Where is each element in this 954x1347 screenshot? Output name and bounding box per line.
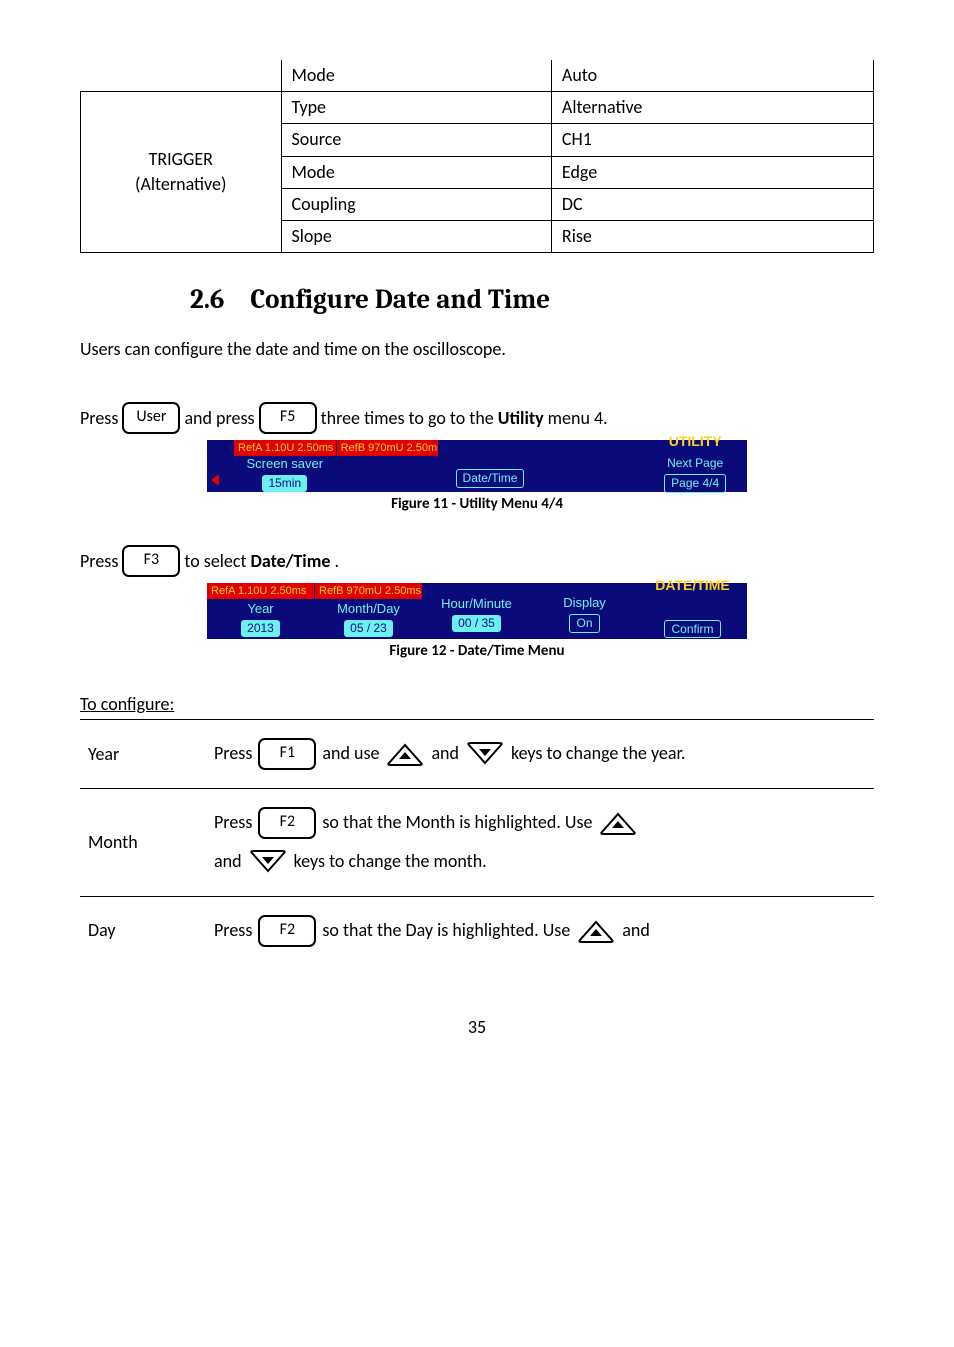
config-row-month: Month Press F2 so that the Month is high… (80, 788, 874, 896)
intro-text: Users can configure the date and time on… (80, 337, 874, 362)
menu-title: UTILITY (669, 432, 722, 452)
utility-cell-blank2 (542, 440, 645, 492)
label: Next Page (667, 455, 723, 472)
value: Page 4/4 (664, 474, 726, 493)
text: Press (80, 406, 118, 431)
datetime-menu-strip: Year 2013 Month/Day 05 / 23 Hour/Minute … (207, 583, 747, 639)
config-label-month: Month (80, 788, 206, 896)
dt-cell-hourmin: Hour/Minute 00 / 35 (423, 583, 531, 639)
f1-key: F1 (258, 738, 316, 770)
down-arrow-icon (465, 742, 505, 766)
instruction-datetime: Press F3 to select Date/Time . (80, 545, 874, 577)
section-title: Configure Date and Time (250, 284, 550, 315)
value: 05 / 23 (344, 620, 393, 637)
text: Press (214, 734, 252, 774)
f3-key: F3 (122, 545, 180, 577)
section-heading: 2.6 Configure Date and Time (80, 281, 874, 319)
f2-key: F2 (258, 807, 316, 839)
text-bold: Date/Time (251, 549, 331, 574)
cell-coupling-value: DC (551, 188, 873, 220)
dt-cell-monthday: Month/Day 05 / 23 (315, 583, 423, 639)
utility-cell-title: UTILITY Next Page Page 4/4 (644, 440, 747, 492)
config-row-day: Day Press F2 so that the Day is highligh… (80, 897, 874, 965)
text: to select (184, 549, 246, 574)
cell-mode-label: Mode (281, 60, 551, 92)
text: and (622, 911, 650, 951)
label: Screen saver (247, 455, 324, 473)
cell-mode-value: Auto (551, 60, 873, 92)
label: Display (563, 594, 606, 612)
config-row-year: Year Press F1 and use and keys to change… (80, 720, 874, 789)
text: menu 4. (548, 406, 608, 431)
text: Press (214, 911, 252, 951)
value: Date/Time (456, 469, 525, 488)
text-bold: Utility (498, 406, 544, 431)
utility-cell-datetime: Date/Time (439, 440, 542, 492)
dt-cell-display: Display On (531, 583, 639, 639)
up-arrow-icon (576, 919, 616, 943)
value: 00 / 35 (452, 615, 501, 632)
nav-left (207, 440, 234, 492)
cell-type-value: Alternative (551, 92, 873, 124)
text: so that the Month is highlighted. Use (322, 803, 592, 843)
text: and (214, 842, 242, 882)
config-label-year: Year (80, 720, 206, 789)
value: Confirm (664, 620, 720, 639)
cell-source-label: Source (281, 124, 551, 156)
text: Press (80, 549, 118, 574)
value: 2013 (241, 620, 280, 637)
text: and (431, 734, 459, 774)
figure-12-caption: Figure 12 - Date/Time Menu (80, 641, 874, 662)
cell-source-value: CH1 (551, 124, 873, 156)
menu-title: DATE/TIME (655, 576, 729, 596)
arrow-left-icon (211, 474, 219, 486)
cell-mode2-label: Mode (281, 156, 551, 188)
page-number: 35 (80, 1015, 874, 1040)
f5-key: F5 (259, 402, 317, 434)
value: On (569, 614, 599, 633)
cell-slope-label: Slope (281, 220, 551, 252)
cell-type-label: Type (281, 92, 551, 124)
utility-cell-screensaver: Screen saver 15min (234, 440, 337, 492)
instruction-utility: Press User and press F5 three times to g… (80, 402, 874, 434)
cell-slope-value: Rise (551, 220, 873, 252)
utility-menu-strip: Screen saver 15min Date/Time UTILITY Nex… (207, 440, 747, 492)
text: and use (322, 734, 379, 774)
label: Month/Day (337, 600, 400, 618)
text: . (334, 549, 339, 574)
value: 15min (262, 475, 307, 492)
cell-mode2-value: Edge (551, 156, 873, 188)
trigger-param-table: Mode Auto TRIGGER (Alternative) Type Alt… (80, 60, 874, 253)
f2-key: F2 (258, 915, 316, 947)
down-arrow-icon (248, 850, 288, 874)
text: and press (184, 406, 254, 431)
config-label-day: Day (80, 897, 206, 965)
dt-cell-year: Year 2013 (207, 583, 315, 639)
label: Year (247, 600, 273, 618)
text: Press (214, 803, 252, 843)
text: keys to change the month. (294, 842, 487, 882)
figure-11-caption: Figure 11 - Utility Menu 4/4 (80, 494, 874, 515)
section-number: 2.6 (190, 281, 224, 319)
dt-cell-title: DATE/TIME Confirm (639, 583, 747, 639)
row-group-trigger: TRIGGER (Alternative) (81, 92, 282, 253)
up-arrow-icon (598, 811, 638, 835)
utility-cell-blank1 (337, 440, 440, 492)
text: keys to change the year. (511, 734, 685, 774)
up-arrow-icon (385, 742, 425, 766)
user-key: User (122, 402, 180, 434)
to-configure-heading: To configure: (80, 692, 874, 717)
text: so that the Day is highlighted. Use (322, 911, 570, 951)
label: Hour/Minute (441, 595, 512, 613)
config-table: Year Press F1 and use and keys to change… (80, 719, 874, 964)
cell-coupling-label: Coupling (281, 188, 551, 220)
text: three times to go to the (321, 406, 494, 431)
